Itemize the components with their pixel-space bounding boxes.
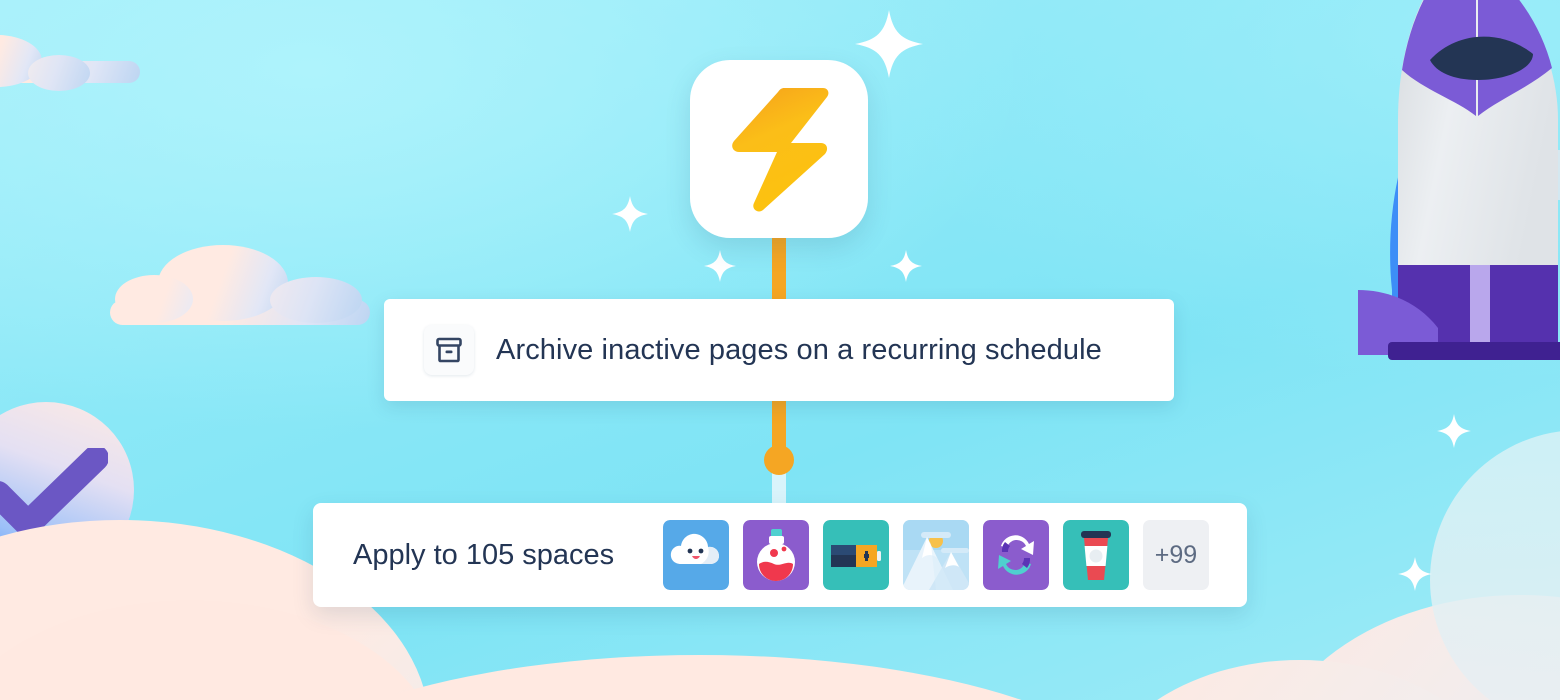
cloud-left-mid [110, 245, 370, 325]
rocket-svg [1358, 0, 1560, 360]
space-avatar-sync[interactable] [983, 520, 1049, 590]
action-row[interactable]: Archive inactive pages on a recurring sc… [384, 299, 1174, 401]
sparkle-icon [890, 250, 922, 282]
action-label: Archive inactive pages on a recurring sc… [496, 333, 1102, 366]
illustration-stage: Archive inactive pages on a recurring sc… [0, 0, 1560, 700]
sparkle-icon [704, 250, 736, 282]
space-avatar-cloud-face[interactable] [663, 520, 729, 590]
sparkle-icon [1398, 557, 1432, 591]
cloud-top-left [0, 35, 140, 91]
sparkle-icon [1437, 414, 1471, 448]
scope-row[interactable]: Apply to 105 spaces +99 [313, 503, 1247, 607]
sparkle-icon [612, 196, 648, 232]
sparkle-icon [855, 10, 923, 78]
space-overflow-badge[interactable]: +99 [1143, 520, 1209, 590]
space-avatar-potion[interactable] [743, 520, 809, 590]
space-avatar-coffee[interactable] [1063, 520, 1129, 590]
space-avatar-list: +99 [663, 520, 1209, 590]
space-avatar-battery[interactable] [823, 520, 889, 590]
archive-box-icon [424, 325, 474, 375]
lightning-bolt-icon [732, 88, 829, 212]
scope-label: Apply to 105 spaces [353, 538, 615, 571]
connector-endpoint-dot [764, 445, 794, 475]
space-overflow-label: +99 [1154, 540, 1198, 569]
trigger-card[interactable] [690, 60, 868, 238]
rocket-illustration [1358, 0, 1560, 360]
space-avatar-mountains[interactable] [903, 520, 969, 590]
